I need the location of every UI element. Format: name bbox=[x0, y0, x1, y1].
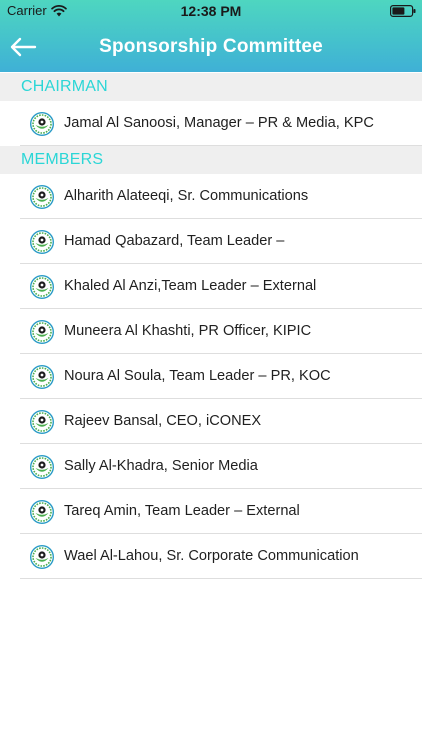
committee-logo-icon bbox=[29, 454, 55, 480]
member-name: Khaled Al Anzi,Team Leader – External bbox=[64, 278, 317, 294]
member-name: Jamal Al Sanoosi, Manager – PR & Media, … bbox=[64, 115, 374, 131]
member-name: Noura Al Soula, Team Leader – PR, KOC bbox=[64, 368, 331, 384]
status-time: 12:38 PM bbox=[180, 3, 242, 19]
list-item[interactable]: Alharith Alateeqi, Sr. Communications bbox=[20, 174, 422, 219]
committee-logo-icon bbox=[29, 111, 55, 137]
committee-logo-icon bbox=[29, 319, 55, 345]
list-item[interactable]: Noura Al Soula, Team Leader – PR, KOC bbox=[20, 354, 422, 399]
list-item[interactable]: Rajeev Bansal, CEO, iCONEX bbox=[20, 399, 422, 444]
nav-header: Carrier 12:38 PM Sponsorship Committee bbox=[0, 0, 422, 72]
member-name: Muneera Al Khashti, PR Officer, KIPIC bbox=[64, 323, 312, 339]
committee-logo-icon bbox=[29, 499, 55, 525]
member-name: Alharith Alateeqi, Sr. Communications bbox=[64, 188, 309, 204]
committee-logo-icon bbox=[29, 229, 55, 255]
committee-logo-icon bbox=[29, 184, 55, 210]
list-item[interactable]: Khaled Al Anzi,Team Leader – External bbox=[20, 264, 422, 309]
member-name: Sally Al-Khadra, Senior Media bbox=[64, 458, 258, 474]
list-item[interactable]: Wael Al-Lahou, Sr. Corporate Communicati… bbox=[20, 534, 422, 579]
committee-logo-icon bbox=[29, 544, 55, 570]
committee-logo-icon bbox=[29, 274, 55, 300]
page-title: Sponsorship Committee bbox=[99, 36, 323, 57]
list-item[interactable]: Hamad Qabazard, Team Leader – bbox=[20, 219, 422, 264]
member-name: Rajeev Bansal, CEO, iCONEX bbox=[64, 413, 262, 429]
list-item[interactable]: Jamal Al Sanoosi, Manager – PR & Media, … bbox=[20, 101, 422, 146]
battery-icon bbox=[390, 5, 416, 17]
list-item[interactable]: Tareq Amin, Team Leader – External bbox=[20, 489, 422, 534]
list-item[interactable]: Muneera Al Khashti, PR Officer, KIPIC bbox=[20, 309, 422, 354]
committee-logo-icon bbox=[29, 364, 55, 390]
list-item[interactable]: Sally Al-Khadra, Senior Media bbox=[20, 444, 422, 489]
member-name: Hamad Qabazard, Team Leader – bbox=[64, 233, 285, 249]
section-header-chairman: CHAIRMAN bbox=[0, 73, 422, 101]
member-name: Wael Al-Lahou, Sr. Corporate Communicati… bbox=[64, 548, 359, 564]
committee-logo-icon bbox=[29, 409, 55, 435]
section-header-members: MEMBERS bbox=[0, 146, 422, 174]
status-bar: Carrier 12:38 PM bbox=[0, 0, 422, 22]
member-name: Tareq Amin, Team Leader – External bbox=[64, 503, 300, 519]
